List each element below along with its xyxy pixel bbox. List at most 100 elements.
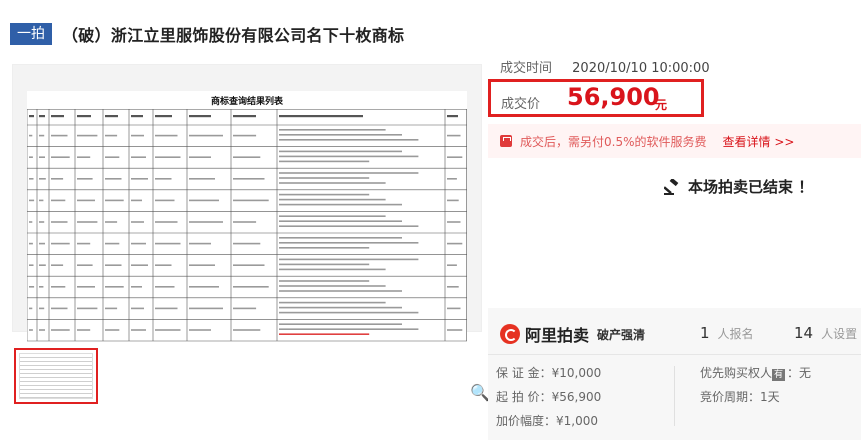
table-cell-text [105, 199, 124, 202]
table-cell-text [131, 329, 146, 331]
table-cell-text [233, 156, 261, 158]
table-cell-text [155, 264, 172, 266]
table-cell-text [51, 264, 64, 266]
table-cell-text [279, 155, 419, 158]
view-details-link[interactable]: 查看详情 >> [723, 133, 795, 150]
table-cell-text [39, 264, 46, 266]
table-cell-text [279, 263, 370, 266]
table-cell-text [51, 156, 70, 158]
table-cell-text [279, 242, 419, 244]
deal-price-box: 成交价 56,900 元 [488, 79, 704, 117]
table-cell-text [51, 307, 68, 310]
table-cell-text [39, 134, 45, 137]
increment-text: 加价幅度：¥1,000 [496, 414, 598, 428]
table-cell-text [131, 242, 146, 245]
table-header-text [51, 115, 64, 118]
table-cell-text [155, 307, 178, 310]
table-cell-text [131, 221, 144, 223]
table-cell-text [279, 301, 386, 304]
table-cell-text [29, 307, 33, 310]
table-cell-text [105, 264, 122, 266]
table-cell-text [447, 286, 459, 288]
platform-tag: 破产强清 [597, 327, 646, 342]
table-cell-text [29, 242, 33, 245]
table-cell-text [447, 221, 461, 223]
table-cell-text [279, 290, 402, 292]
table-cell-text [447, 199, 459, 202]
table-cell-text [279, 323, 402, 325]
deal-time-value: 2020/10/10 10:00:00 [572, 61, 710, 76]
table-cell-text [77, 242, 91, 245]
table-cell-text [279, 237, 402, 239]
auction-ended-text: 本场拍卖已结束 ！ [688, 178, 814, 196]
table-cell-text [131, 264, 148, 266]
table-cell-text [233, 221, 257, 223]
table-cell-text [279, 203, 402, 206]
platform-brand: 阿里拍卖 破产强清 [500, 322, 645, 346]
table-cell-text [105, 329, 120, 331]
table-cell-text [155, 178, 172, 180]
table-cell-text [447, 156, 463, 158]
service-fee-notice: 成交后，需另付0.5%的软件服务费 查看详情 >> [488, 124, 861, 158]
table-cell-text [105, 286, 124, 288]
deal-price-unit: 元 [655, 98, 668, 112]
table-cell-text [189, 156, 211, 158]
table-cell-text [189, 329, 211, 331]
table-cell-text [51, 178, 64, 180]
table-cell-text [51, 221, 68, 223]
table-header-text [279, 115, 363, 118]
watch-label: 人设置 [821, 327, 858, 341]
table-cell-text [279, 215, 386, 217]
table-cell-text [77, 156, 91, 158]
table-cell-text [39, 307, 45, 310]
table-cell-text [155, 286, 175, 288]
table-cell-text [155, 242, 181, 245]
table-cell-text [29, 178, 34, 180]
table-cell-text [105, 221, 118, 223]
table-cell-text [279, 182, 386, 184]
thumbnail-selected[interactable] [14, 348, 98, 404]
table-cell-text [155, 199, 175, 202]
table-cell-text [77, 178, 93, 180]
start-price-text: 起 拍 价：¥56,900 [496, 390, 602, 404]
table-cell-text [131, 286, 142, 288]
table-cell-text [189, 307, 223, 310]
table-cell-text [279, 139, 419, 141]
signup-label: 人报名 [717, 327, 754, 341]
table-cell-text [105, 242, 120, 245]
table-cell-text [51, 242, 70, 245]
table-header-text [189, 115, 211, 118]
table-header-text [447, 115, 458, 118]
table-cell-text [233, 199, 269, 202]
table-cell-text [131, 134, 144, 137]
table-cell-text [105, 134, 118, 137]
table-cell-text [233, 307, 257, 310]
zoom-icon[interactable]: 🔍 [470, 383, 490, 402]
table-cell-text [51, 286, 66, 288]
image-preview[interactable]: 商标查询结果列表 🔍 [12, 64, 490, 402]
platform-name: 阿里拍卖 [525, 326, 590, 345]
table-cell-text [279, 193, 370, 196]
table-cell-text [155, 134, 178, 137]
table-cell-text [29, 156, 33, 158]
priority-buyer-row: 优先购买权人有：无 [700, 364, 811, 381]
table-cell-text [51, 134, 68, 137]
hammer-icon [664, 178, 679, 195]
table-cell-text [279, 177, 370, 179]
table-cell-text [39, 329, 45, 331]
table-cell-text [77, 264, 93, 266]
table-cell-text [279, 306, 402, 309]
table-cell-text [39, 286, 44, 288]
table-header-text [29, 115, 34, 118]
table-cell-text [279, 150, 402, 153]
table-cell-text [29, 329, 33, 331]
table-cell-text [279, 247, 370, 249]
table-cell-text [77, 221, 98, 223]
deal-time-label: 成交时间 [500, 61, 553, 76]
signup-count: 1 [700, 324, 710, 342]
table-cell-text [447, 134, 461, 137]
table-cell-text [51, 199, 66, 202]
table-cell-text [233, 178, 265, 180]
table-cell-text [77, 134, 98, 137]
table-cell-text [131, 199, 142, 202]
